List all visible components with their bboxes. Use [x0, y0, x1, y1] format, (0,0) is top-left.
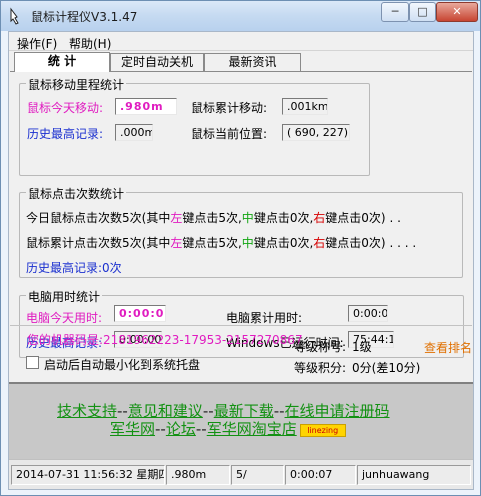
- today-mid-text: 键点击0次,: [253, 211, 314, 225]
- link-tech-support[interactable]: 技术支持: [57, 402, 117, 420]
- today-mid-word: 中: [241, 211, 254, 225]
- banner-line-2: 军华网--论坛--军华网淘宝店 linezing: [110, 418, 346, 439]
- minimize-icon: ─: [391, 5, 399, 18]
- menu-operate[interactable]: 操作(F): [17, 35, 57, 52]
- status-distance: .980m: [166, 465, 230, 485]
- total-time-label: 电脑累计用时:: [226, 311, 303, 325]
- client-area: 操作(F) 帮助(H) 统 计 定时自动关机 最新资讯 鼠标移动里程统计 鼠标今…: [8, 31, 474, 490]
- window-title: 鼠标计程仪V3.1.47: [31, 10, 138, 24]
- status-bar: 2014-07-31 11:56:32 星期四 .980m 5/ 0:00:07…: [9, 459, 473, 489]
- level-label: 等级称号:: [294, 340, 347, 354]
- title-bar[interactable]: 鼠标计程仪V3.1.47 ─ □ ✕: [1, 1, 480, 31]
- total-right-word: 右: [313, 236, 326, 250]
- total-clicks-line: 鼠标累计点击次数5次(其中左键点击5次,中键点击0次,右键点击0次) . . .…: [26, 234, 416, 251]
- minimize-button[interactable]: ─: [381, 2, 409, 22]
- today-clicks-prefix: 今日鼠标点击次数5次(其中: [26, 211, 171, 225]
- points-value: 0分(差10分): [352, 361, 421, 375]
- total-move-label: 鼠标累计移动:: [191, 101, 268, 115]
- today-time-label: 电脑今天用时:: [26, 311, 103, 325]
- autostart-checkbox[interactable]: [26, 356, 39, 369]
- machine-code-label: 您的机器码是:: [27, 333, 104, 347]
- linezing-logo[interactable]: linezing: [299, 424, 346, 437]
- mileage-group: 鼠标移动里程统计 鼠标今天移动: .980m 历史最高记录: .000m 鼠标累…: [19, 76, 370, 176]
- total-mid-text: 键点击0次,: [253, 236, 314, 250]
- clicks-group: 鼠标点击次数统计 今日鼠标点击次数5次(其中左键点击5次,中键点击0次,右键点击…: [19, 185, 463, 278]
- ranking-link[interactable]: 查看排名: [424, 339, 472, 356]
- menu-bar: 操作(F) 帮助(H): [9, 32, 473, 51]
- level-value: 1级: [352, 340, 372, 354]
- status-datetime: 2014-07-31 11:56:32 星期四: [11, 465, 165, 485]
- today-right-word: 右: [313, 211, 326, 225]
- link-junhua-site[interactable]: 军华网: [110, 420, 155, 438]
- today-left-word: 左: [170, 211, 183, 225]
- time-legend: 电脑用时统计: [26, 288, 103, 305]
- points-label: 等级积分:: [294, 361, 347, 375]
- machine-code-value: 2181962223-17953-2157270867: [103, 333, 303, 347]
- total-dots: . . . .: [389, 236, 417, 250]
- menu-help[interactable]: 帮助(H): [69, 35, 111, 52]
- position-label: 鼠标当前位置:: [191, 127, 268, 141]
- position-value: ( 690, 227): [282, 124, 350, 141]
- status-user: junhuawang: [357, 465, 471, 485]
- tab-statistics[interactable]: 统 计: [14, 52, 110, 72]
- tab-timed-shutdown[interactable]: 定时自动关机: [110, 53, 204, 71]
- banner-sep: --: [195, 420, 207, 438]
- banner-sep: --: [155, 420, 166, 438]
- today-move-value: .980m: [115, 98, 177, 115]
- today-right-text: 键点击0次): [325, 211, 386, 225]
- machine-code: 您的机器码是:2181962223-17953-2157270867: [27, 331, 303, 348]
- link-taobao-shop[interactable]: 军华网淘宝店: [207, 420, 297, 438]
- time-group: 电脑用时统计 电脑今天用时: 0:00:07 历史最高记录: 0:00:00 电…: [19, 288, 464, 358]
- clicks-record: 历史最高记录:0次: [26, 261, 122, 275]
- total-time-value: 0:00:07: [348, 305, 388, 322]
- autostart-label[interactable]: 启动后自动最小化到系统托盘: [44, 356, 200, 373]
- move-record-label: 历史最高记录:: [27, 127, 104, 141]
- total-right-text: 键点击0次): [325, 236, 386, 250]
- link-forum[interactable]: 论坛: [166, 420, 196, 438]
- close-icon: ✕: [452, 5, 462, 18]
- today-move-label: 鼠标今天移动:: [27, 101, 104, 115]
- mouse-icon: [10, 7, 19, 25]
- move-record-value: .000m: [115, 124, 153, 141]
- total-mid-word: 中: [241, 236, 254, 250]
- today-clicks-line: 今日鼠标点击次数5次(其中左键点击5次,中键点击0次,右键点击0次) . .: [26, 209, 401, 226]
- clicks-legend: 鼠标点击次数统计: [26, 185, 127, 202]
- total-left-word: 左: [170, 236, 183, 250]
- today-left-text: 键点击5次,: [182, 211, 242, 225]
- total-left-text: 键点击5次,: [182, 236, 242, 250]
- today-dots: . .: [389, 211, 401, 225]
- close-button[interactable]: ✕: [436, 2, 478, 22]
- tab-news[interactable]: 最新资讯: [204, 53, 301, 71]
- divider: [10, 325, 472, 326]
- status-clicks: 5/: [231, 465, 284, 485]
- status-time: 0:00:07: [285, 465, 356, 485]
- app-window: 鼠标计程仪V3.1.47 ─ □ ✕ 操作(F) 帮助(H) 统 计 定时自动关…: [0, 0, 481, 496]
- mileage-legend: 鼠标移动里程统计: [26, 76, 127, 93]
- maximize-icon: □: [417, 5, 428, 18]
- today-time-value: 0:00:07: [114, 305, 166, 322]
- total-move-value: .001km: [282, 98, 328, 115]
- maximize-button[interactable]: □: [409, 2, 436, 22]
- total-clicks-prefix: 鼠标累计点击次数5次(其中: [26, 236, 171, 250]
